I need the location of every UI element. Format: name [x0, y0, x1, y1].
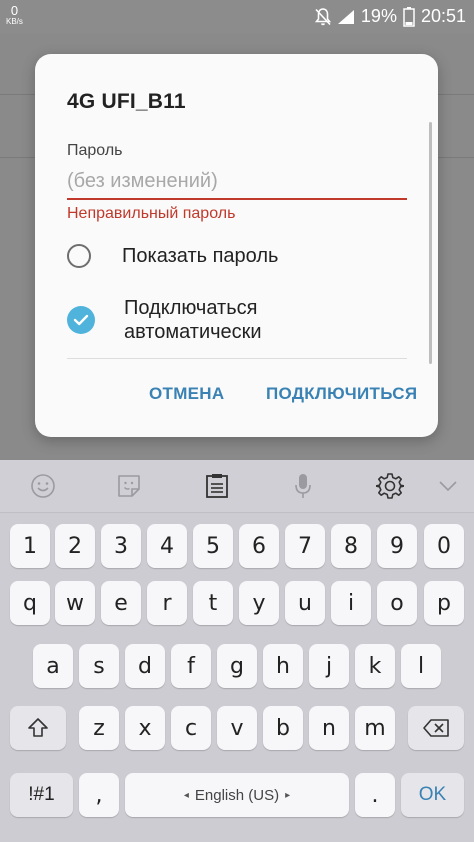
- show-password-checkbox[interactable]: [67, 244, 91, 269]
- dialog-divider: [67, 358, 407, 359]
- language-right-arrow: ▸: [285, 789, 291, 801]
- key-g[interactable]: g: [217, 644, 257, 688]
- key-h[interactable]: h: [263, 644, 303, 688]
- key-4[interactable]: 4: [147, 524, 187, 568]
- space-key[interactable]: ◂ English (US) ▸: [125, 773, 349, 817]
- battery-icon: [403, 6, 415, 27]
- key-8[interactable]: 8: [331, 524, 371, 568]
- clipboard-icon[interactable]: [201, 470, 233, 502]
- password-error: Неправильный пароль: [67, 205, 236, 222]
- show-password-label: Показать пароль: [122, 245, 279, 267]
- connect-button[interactable]: ПОДКЛЮЧИТЬСЯ: [266, 384, 417, 404]
- key-b[interactable]: b: [263, 706, 303, 750]
- key-w[interactable]: w: [55, 581, 95, 625]
- key-p[interactable]: p: [424, 581, 464, 625]
- key-l[interactable]: l: [401, 644, 441, 688]
- key-m[interactable]: m: [355, 706, 395, 750]
- shift-icon: [28, 718, 48, 737]
- key-s[interactable]: s: [79, 644, 119, 688]
- key-i[interactable]: i: [331, 581, 371, 625]
- key-q[interactable]: q: [10, 581, 50, 625]
- show-password-option[interactable]: Показать пароль: [67, 244, 279, 269]
- auto-connect-option[interactable]: Подключаться автоматически: [67, 296, 324, 345]
- key-3[interactable]: 3: [101, 524, 141, 568]
- space-key-label: English (US): [194, 786, 280, 804]
- status-bar: 0 KB/s 19% 20:51: [0, 0, 474, 34]
- backspace-key[interactable]: [408, 706, 464, 750]
- language-left-arrow: ◂: [183, 789, 189, 801]
- key-2[interactable]: 2: [55, 524, 95, 568]
- auto-connect-label: Подключаться автоматически: [124, 297, 262, 344]
- wifi-connect-dialog: 4G UFI_B11 Пароль Неправильный пароль По…: [35, 54, 438, 437]
- checkmark-icon: [73, 315, 89, 326]
- comma-key[interactable]: ,: [79, 773, 119, 817]
- key-d[interactable]: d: [125, 644, 165, 688]
- key-o[interactable]: o: [377, 581, 417, 625]
- key-a[interactable]: a: [33, 644, 73, 688]
- data-rate-value: 0: [10, 3, 19, 18]
- shift-key[interactable]: [10, 706, 66, 750]
- auto-connect-checkbox[interactable]: [67, 306, 95, 335]
- period-key[interactable]: .: [355, 773, 395, 817]
- key-j[interactable]: j: [309, 644, 349, 688]
- settings-icon[interactable]: [374, 470, 406, 502]
- key-r[interactable]: r: [147, 581, 187, 625]
- password-label: Пароль: [67, 142, 123, 159]
- key-e[interactable]: e: [101, 581, 141, 625]
- chevron-down-icon[interactable]: [432, 470, 464, 502]
- password-input[interactable]: [67, 164, 407, 200]
- on-screen-keyboard: 1 2 3 4 5 6 7 8 9 0 q w e r t y u i o p …: [0, 460, 474, 842]
- key-0[interactable]: 0: [424, 524, 464, 568]
- key-u[interactable]: u: [285, 581, 325, 625]
- key-f[interactable]: f: [171, 644, 211, 688]
- key-5[interactable]: 5: [193, 524, 233, 568]
- key-z[interactable]: z: [79, 706, 119, 750]
- battery-percent: 19%: [360, 6, 397, 26]
- ok-key[interactable]: OK: [401, 773, 464, 817]
- data-rate-unit: KB/s: [6, 17, 23, 26]
- key-v[interactable]: v: [217, 706, 257, 750]
- key-y[interactable]: y: [239, 581, 279, 625]
- key-x[interactable]: x: [125, 706, 165, 750]
- keyboard-toolbar: [0, 460, 474, 513]
- signal-icon: [337, 9, 355, 25]
- microphone-icon[interactable]: [287, 470, 319, 502]
- dialog-scrollbar[interactable]: [429, 122, 432, 364]
- backspace-icon: [423, 719, 449, 737]
- key-7[interactable]: 7: [285, 524, 325, 568]
- key-9[interactable]: 9: [377, 524, 417, 568]
- dialog-title: 4G UFI_B11: [67, 90, 186, 113]
- sticker-icon[interactable]: [113, 470, 145, 502]
- emoji-icon[interactable]: [27, 470, 59, 502]
- symbols-key[interactable]: !#1: [10, 773, 73, 817]
- key-1[interactable]: 1: [10, 524, 50, 568]
- key-n[interactable]: n: [309, 706, 349, 750]
- key-k[interactable]: k: [355, 644, 395, 688]
- cancel-button[interactable]: ОТМЕНА: [149, 384, 224, 404]
- clock: 20:51: [420, 6, 466, 26]
- data-rate-indicator: 0 KB/s: [6, 4, 23, 26]
- key-6[interactable]: 6: [239, 524, 279, 568]
- silent-mode-icon: [314, 7, 331, 26]
- key-t[interactable]: t: [193, 581, 233, 625]
- key-c[interactable]: c: [171, 706, 211, 750]
